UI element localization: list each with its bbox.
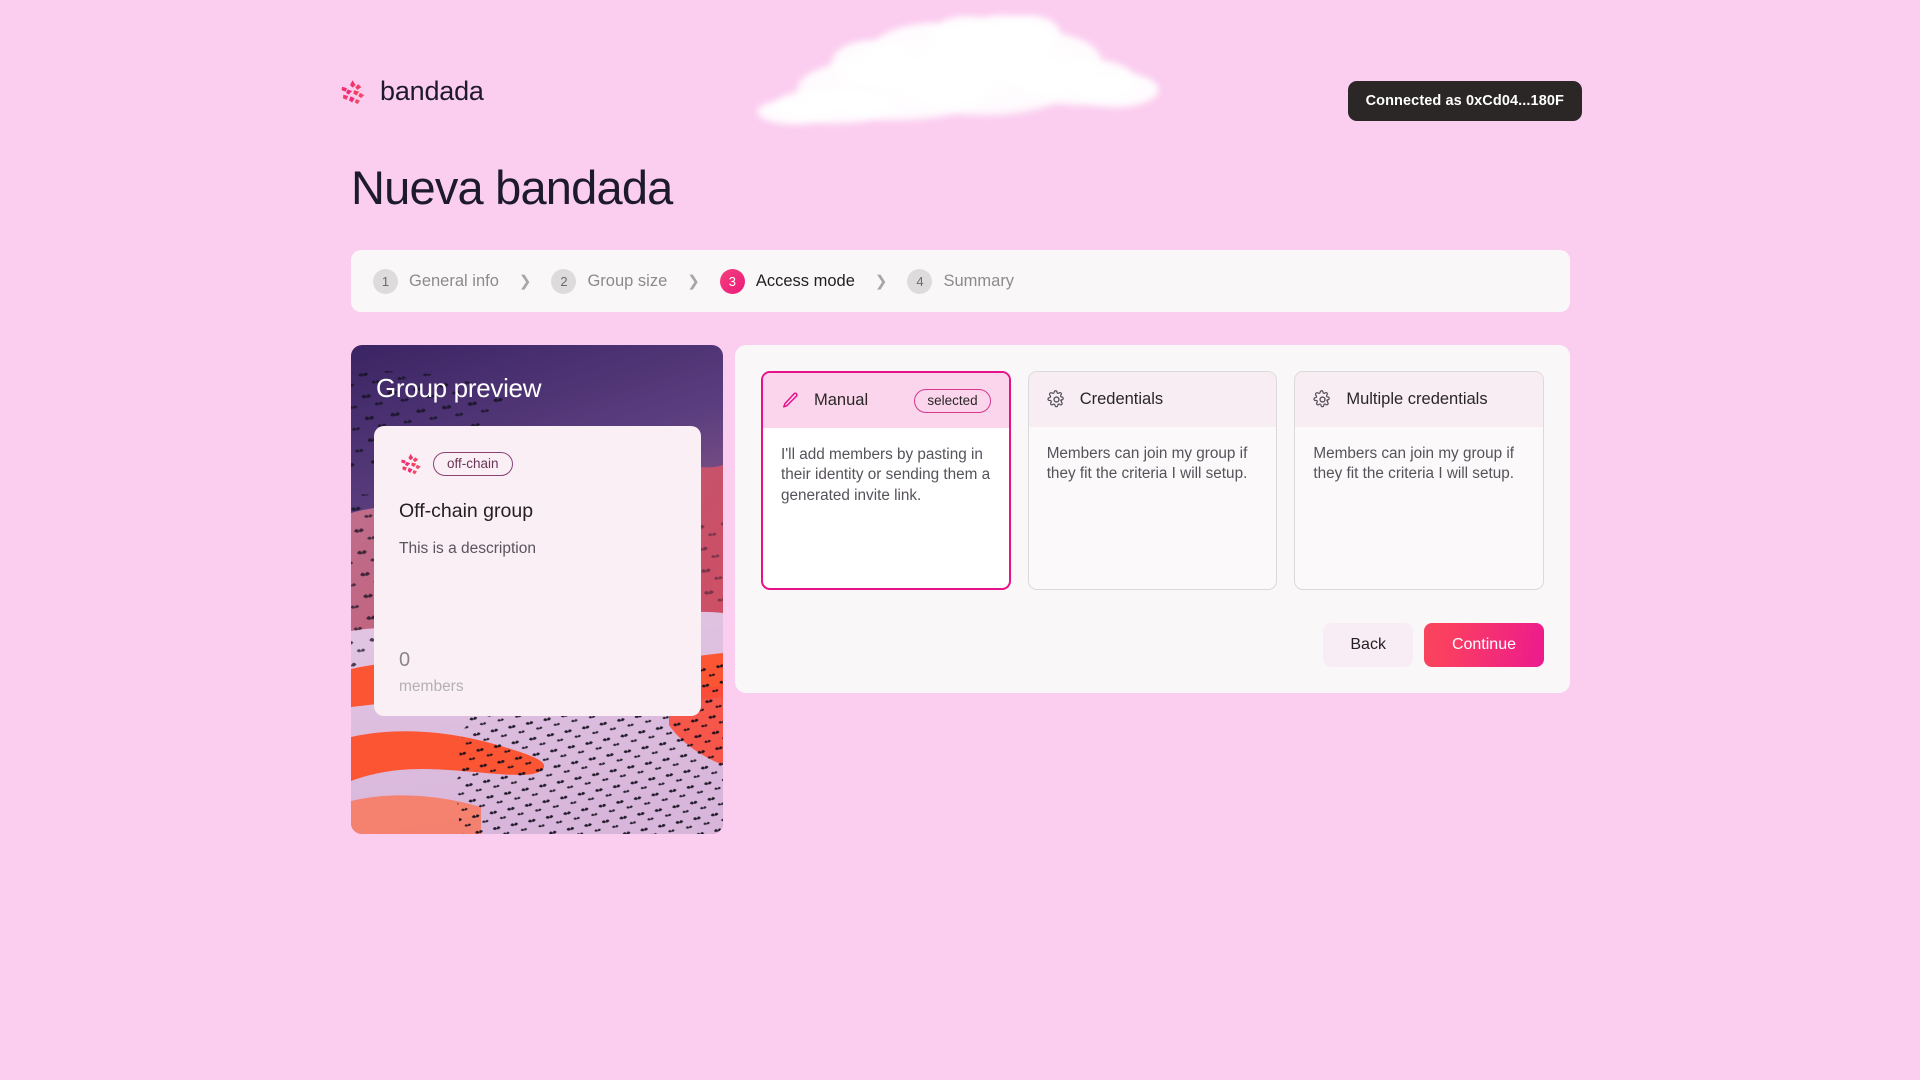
step-number: 2	[551, 268, 577, 294]
chevron-right-icon: ❯	[687, 272, 700, 290]
app-header: bandada Connected as 0xCd04...180F	[0, 0, 1920, 140]
mode-card-header: Multiple credentials	[1295, 372, 1543, 427]
mode-title: Multiple credentials	[1346, 390, 1488, 408]
bandada-flock-logo-icon	[401, 453, 421, 475]
access-mode-panel: Manual selected I'll add members by past…	[735, 345, 1570, 693]
step-label: Group size	[587, 271, 668, 290]
pencil-icon	[783, 392, 798, 408]
step-label: Access mode	[755, 271, 855, 290]
step-number: 4	[907, 268, 933, 294]
main-content: Group preview off-chain Off-chain group …	[351, 345, 1570, 834]
preview-group-box: off-chain Off-chain group This is a desc…	[374, 426, 701, 716]
mode-description: I'll add members by pasting in their ide…	[781, 446, 991, 504]
step-label: General info	[409, 271, 499, 290]
back-button[interactable]: Back	[1323, 623, 1413, 667]
step-general-info[interactable]: 1 General info	[373, 268, 499, 294]
mode-description: Members can join my group if they fit th…	[1046, 445, 1248, 483]
mode-description: Members can join my group if they fit th…	[1313, 445, 1514, 483]
selected-badge: selected	[914, 388, 991, 413]
chain-type-badge: off-chain	[433, 452, 513, 476]
step-access-mode[interactable]: 3 Access mode	[719, 268, 855, 294]
mode-card-header: Credentials	[1028, 372, 1277, 427]
mode-card-header: Manual selected	[763, 373, 1009, 428]
group-preview-card: Group preview off-chain Off-chain group …	[351, 345, 723, 834]
members-label: members	[399, 678, 464, 695]
brand-logo[interactable]: bandada	[339, 76, 484, 107]
wizard-actions: Back Continue	[761, 623, 1544, 667]
chevron-right-icon: ❯	[518, 272, 532, 290]
preview-title: Group preview	[376, 373, 542, 403]
mode-title: Manual	[814, 391, 869, 409]
gear-icon	[1047, 390, 1064, 408]
group-description: This is a description	[399, 540, 536, 557]
mode-title: Credentials	[1079, 390, 1164, 408]
brand-name: bandada	[380, 76, 484, 106]
step-group-size[interactable]: 2 Group size	[551, 268, 668, 294]
access-mode-card-manual[interactable]: Manual selected I'll add members by past…	[761, 371, 1011, 590]
step-summary[interactable]: 4 Summary	[907, 268, 1015, 294]
gear-icon	[1313, 390, 1331, 408]
step-label: Summary	[943, 271, 1015, 290]
continue-button[interactable]: Continue	[1423, 623, 1544, 667]
step-number: 3	[719, 268, 745, 294]
members-count: 0	[399, 649, 411, 671]
group-name: Off-chain group	[399, 500, 534, 522]
access-mode-card-multiple-credentials[interactable]: Multiple credentials Members can join my…	[1294, 371, 1544, 590]
wizard-stepper: 1 General info ❯ 2 Group size ❯ 3 Access…	[351, 250, 1570, 312]
wallet-connected-badge[interactable]: Connected as 0xCd04...180F	[1347, 81, 1582, 121]
chevron-right-icon: ❯	[874, 272, 888, 290]
access-mode-list: Manual selected I'll add members by past…	[761, 371, 1544, 590]
bandada-flock-logo-icon	[341, 79, 365, 104]
page-title: Nueva bandada	[351, 161, 673, 214]
access-mode-card-credentials[interactable]: Credentials Members can join my group if…	[1027, 371, 1278, 590]
step-number: 1	[373, 268, 398, 294]
